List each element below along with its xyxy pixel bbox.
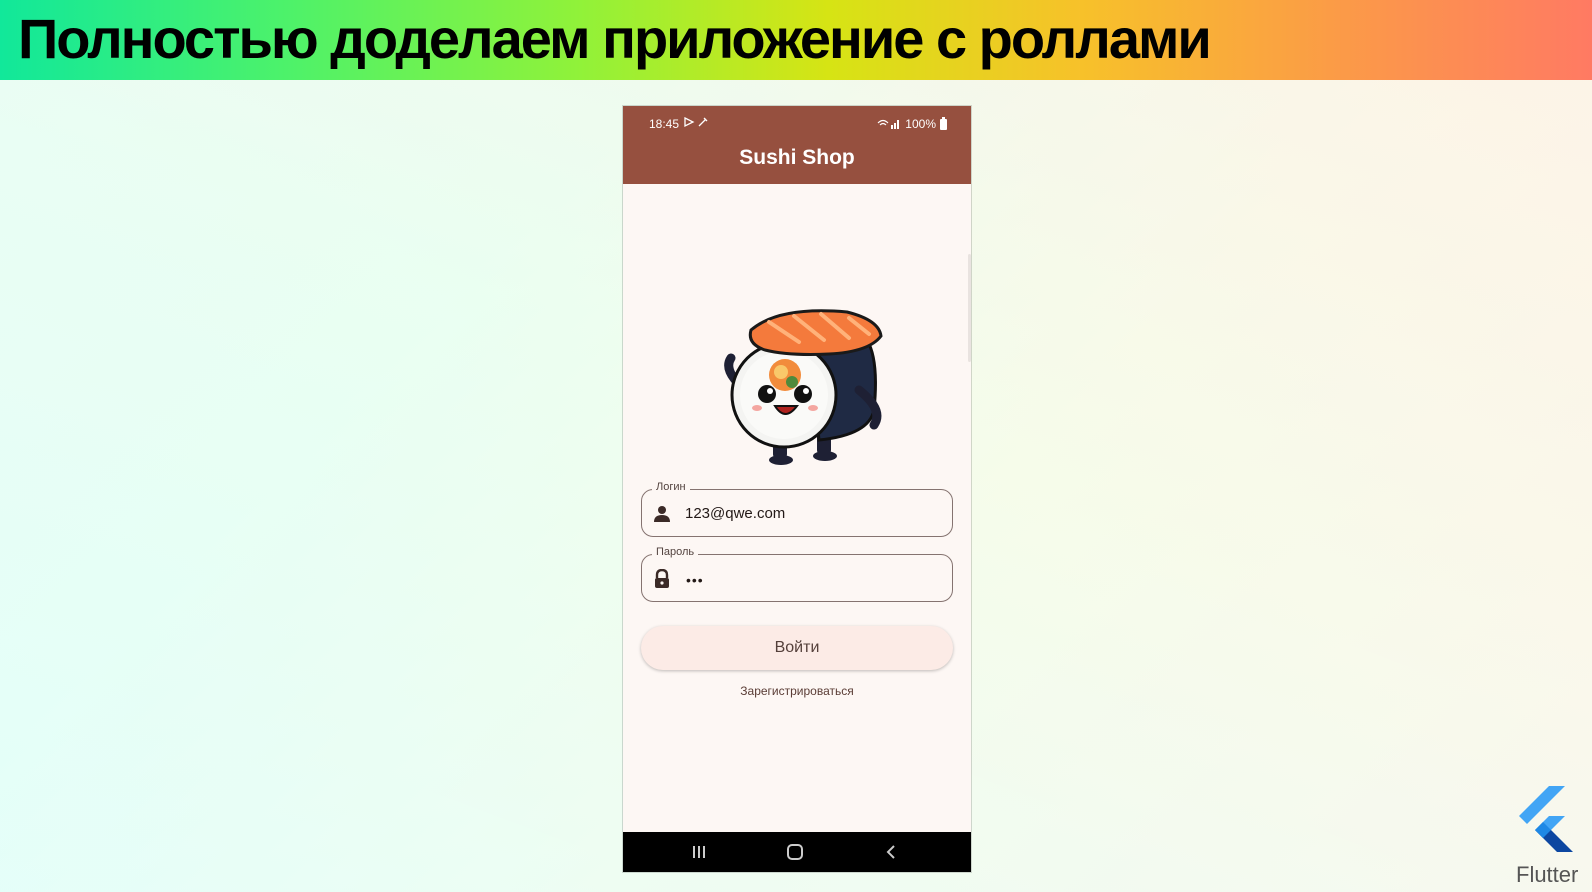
home-icon[interactable] — [787, 844, 803, 860]
recent-apps-icon[interactable] — [691, 845, 707, 859]
status-time: 18:45 — [649, 117, 680, 131]
battery-level: 100% — [905, 117, 936, 131]
android-nav-bar — [623, 832, 971, 872]
password-field-value: ••• — [686, 572, 704, 588]
sushi-mascot-image — [724, 309, 883, 465]
phone-screen: 18:45 100% Sushi Shop Логин 123@qwe.com … — [623, 106, 971, 872]
login-field[interactable]: Логин 123@qwe.com — [641, 481, 953, 537]
app-bar: Sushi Shop — [623, 142, 971, 184]
login-field-label: Логин — [652, 481, 690, 493]
register-link[interactable]: Зарегистрироваться — [623, 684, 971, 698]
notification-icons — [684, 116, 710, 131]
password-field[interactable]: Пароль ••• — [641, 546, 953, 602]
status-right: 100% — [877, 116, 947, 131]
flutter-logo-icon — [1519, 786, 1573, 852]
slide-title: Полностью доделаем приложение с роллами — [18, 7, 1212, 70]
back-icon[interactable] — [885, 844, 897, 860]
app-title: Sushi Shop — [739, 146, 855, 169]
login-button[interactable]: Войти — [641, 626, 953, 670]
battery-icon — [940, 116, 947, 130]
cast-icon — [684, 116, 708, 128]
password-field-label: Пароль — [652, 546, 699, 558]
signal-icon — [877, 119, 900, 129]
flutter-label: Flutter — [1516, 862, 1579, 887]
status-bar: 18:45 100% — [623, 106, 971, 142]
scrollbar[interactable] — [968, 254, 971, 362]
person-icon — [654, 506, 670, 522]
slide-title-bar: Полностью доделаем приложение с роллами — [0, 0, 1592, 80]
login-field-value: 123@qwe.com — [685, 505, 786, 522]
lock-icon — [655, 569, 669, 588]
